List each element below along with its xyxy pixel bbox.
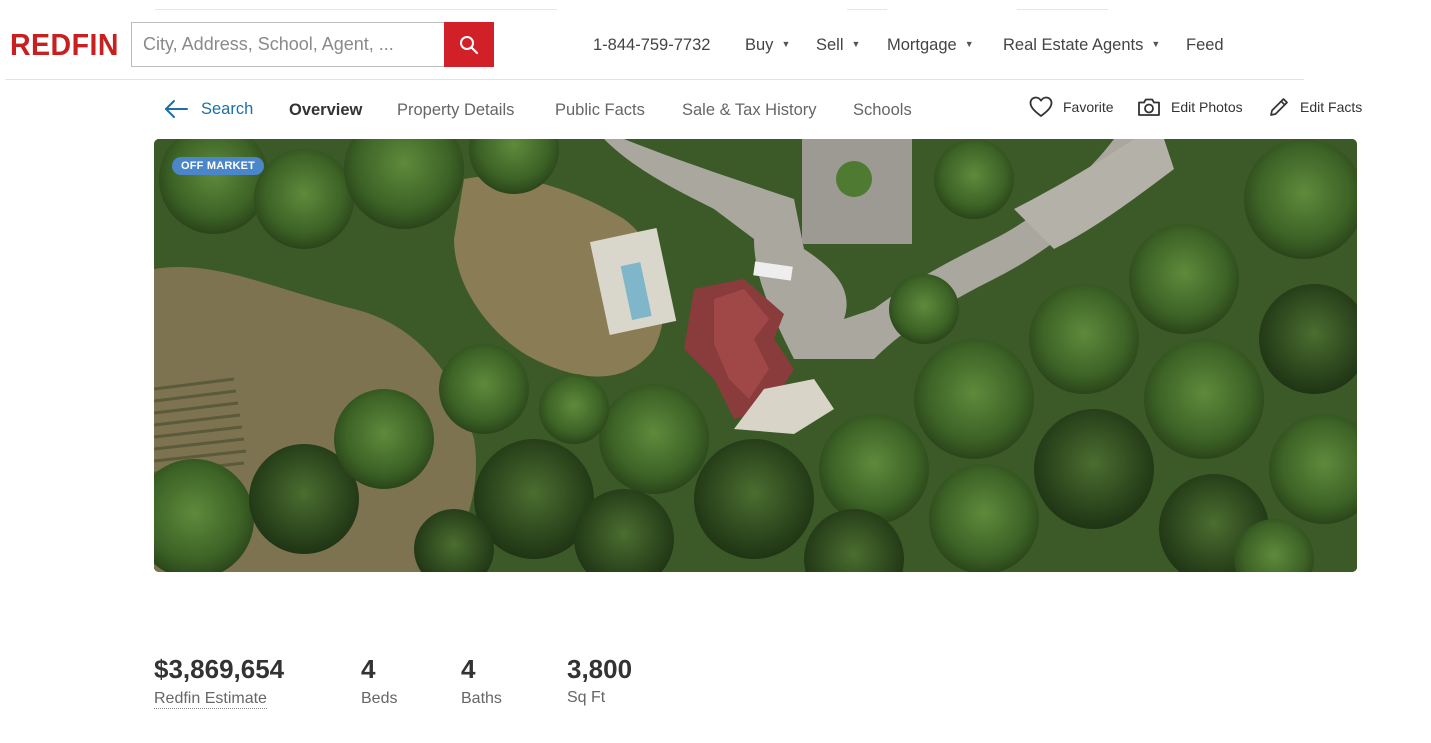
phone-number-label: 1-844-759-7732 (593, 35, 711, 54)
search-button[interactable] (444, 22, 494, 67)
heart-icon (1029, 96, 1053, 117)
phone-number[interactable]: 1-844-759-7732 (593, 34, 710, 56)
favorite-label: Favorite (1063, 99, 1114, 115)
property-photo[interactable]: OFF MARKET (154, 139, 1357, 572)
favorite-button[interactable]: Favorite (1029, 96, 1114, 118)
edit-facts-label: Edit Facts (1300, 99, 1363, 115)
caret-down-icon: ▼ (781, 39, 791, 49)
edit-photos-label: Edit Photos (1171, 99, 1243, 115)
nav-sell[interactable]: Sell ▼ (816, 34, 860, 56)
arrow-left-icon (165, 100, 188, 118)
camera-icon (1138, 98, 1160, 116)
nav-sell-label: Sell (816, 35, 844, 54)
caret-down-icon: ▼ (1151, 39, 1161, 49)
search-icon (460, 35, 479, 54)
nav-mortgage-label: Mortgage (887, 35, 957, 54)
redfin-logo[interactable]: REDFIN (10, 28, 119, 62)
sqft-value: 3,800 (567, 654, 633, 684)
tab-property-details[interactable]: Property Details (397, 100, 514, 120)
edit-facts-button[interactable]: Edit Facts (1268, 96, 1362, 118)
search-input[interactable] (132, 23, 445, 66)
redfin-estimate-link[interactable]: Redfin Estimate (154, 690, 267, 709)
nav-feed-label: Feed (1186, 35, 1224, 54)
caret-down-icon: ▼ (851, 39, 861, 49)
baths-value: 4 (461, 654, 476, 684)
beds-label: Beds (361, 690, 398, 707)
nav-feed[interactable]: Feed (1186, 34, 1224, 56)
baths-label: Baths (461, 690, 502, 707)
sqft-label: Sq Ft (567, 689, 606, 706)
beds-value: 4 (361, 654, 376, 684)
nav-buy-label: Buy (745, 35, 774, 54)
nav-real-estate-agents[interactable]: Real Estate Agents ▼ (1003, 34, 1160, 56)
edit-photos-button[interactable]: Edit Photos (1137, 96, 1243, 118)
price-label[interactable]: Redfin Estimate (154, 689, 267, 709)
tab-schools[interactable]: Schools (853, 100, 912, 120)
back-link-label: Search (201, 99, 254, 118)
site-header: REDFIN 1-844-759-7732 Buy ▼ Sell ▼ Mortg… (5, 10, 1304, 80)
nav-buy[interactable]: Buy ▼ (745, 34, 790, 56)
price-value: $3,869,654 (154, 654, 285, 684)
tab-public-facts[interactable]: Public Facts (555, 100, 645, 120)
tab-sale-tax-history[interactable]: Sale & Tax History (682, 100, 817, 120)
nav-mortgage[interactable]: Mortgage ▼ (887, 34, 974, 56)
aerial-photo-image (154, 139, 1357, 572)
nav-agents-label: Real Estate Agents (1003, 35, 1144, 54)
search-field (131, 22, 445, 67)
pencil-icon (1270, 98, 1288, 116)
tab-overview[interactable]: Overview (289, 100, 362, 120)
off-market-badge: OFF MARKET (172, 157, 265, 175)
back-to-search-link[interactable]: Search (163, 99, 253, 119)
caret-down-icon: ▼ (964, 39, 974, 49)
